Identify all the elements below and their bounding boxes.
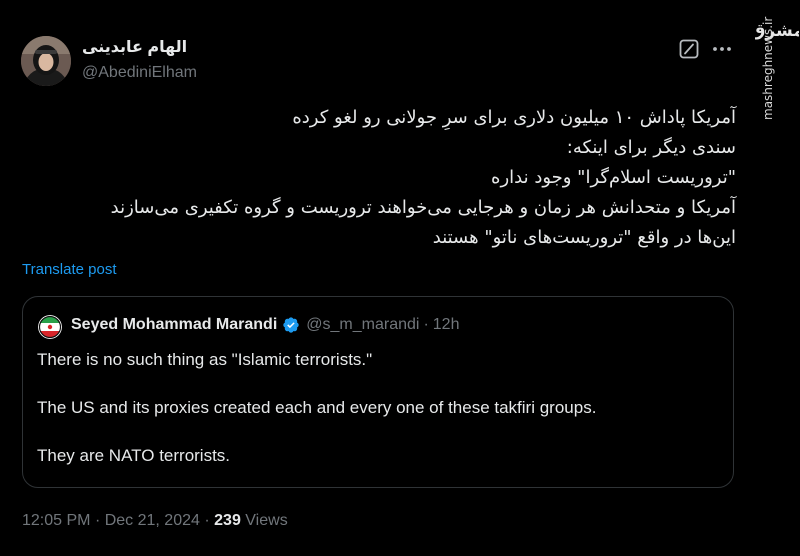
separator-dot: · — [423, 316, 429, 333]
tweet-meta: 12:05 PM · Dec 21, 2024 · 239 Views — [22, 512, 288, 530]
quoted-tweet-card[interactable]: Seyed Mohammad Marandi @s_m_marandi · 12… — [22, 296, 734, 488]
separator-dot: · — [204, 512, 210, 529]
views-count: 239 — [214, 512, 241, 529]
separator-dot: · — [94, 512, 101, 529]
more-options-icon[interactable] — [710, 39, 734, 59]
quoted-author-handle[interactable]: @s_m_marandi — [306, 316, 419, 334]
tweet-text: آمریکا پاداش ۱۰ میلیون دلاری برای سرِ جو… — [16, 103, 736, 253]
watermark-site: mashreghnews.ir — [761, 16, 775, 120]
quoted-tweet-text: There is no such thing as "Islamic terro… — [37, 349, 596, 467]
post-date[interactable]: Dec 21, 2024 — [105, 512, 200, 529]
tweet-line: این‌ها در واقع "تروریست‌های ناتو" هستند — [432, 227, 736, 248]
verified-badge-icon — [283, 317, 299, 333]
author-name[interactable]: الهام عابدینی — [82, 37, 187, 57]
avatar-image — [21, 36, 71, 86]
quoted-paragraph: There is no such thing as "Islamic terro… — [37, 350, 373, 369]
quoted-author-name[interactable]: Seyed Mohammad Marandi — [71, 316, 277, 334]
tweet-line: آمریکا و متحدانش هر زمان و هرجایی می‌خوا… — [110, 197, 736, 218]
translate-post-link[interactable]: Translate post — [22, 261, 117, 278]
quoted-timestamp[interactable]: 12h — [433, 316, 460, 334]
quoted-author-avatar[interactable] — [38, 315, 62, 339]
quoted-paragraph: They are NATO terrorists. — [37, 446, 231, 465]
tweet-line: آمریکا پاداش ۱۰ میلیون دلاری برای سرِ جو… — [292, 107, 736, 128]
flag-avatar-image — [38, 315, 62, 339]
views-label: Views — [245, 512, 288, 529]
tweet-line: سندی دیگر برای اینکه: — [566, 137, 736, 158]
author-handle[interactable]: @AbediniElham — [82, 64, 197, 82]
author-avatar[interactable] — [21, 36, 71, 86]
post-time[interactable]: 12:05 PM — [22, 512, 90, 529]
quoted-paragraph: The US and its proxies created each and … — [37, 398, 597, 417]
tweet-line: "تروریست اسلام‌گرا" وجود نداره — [491, 167, 736, 188]
quoted-tweet-header: Seyed Mohammad Marandi @s_m_marandi · 12… — [71, 316, 459, 334]
grok-icon[interactable] — [679, 39, 699, 59]
